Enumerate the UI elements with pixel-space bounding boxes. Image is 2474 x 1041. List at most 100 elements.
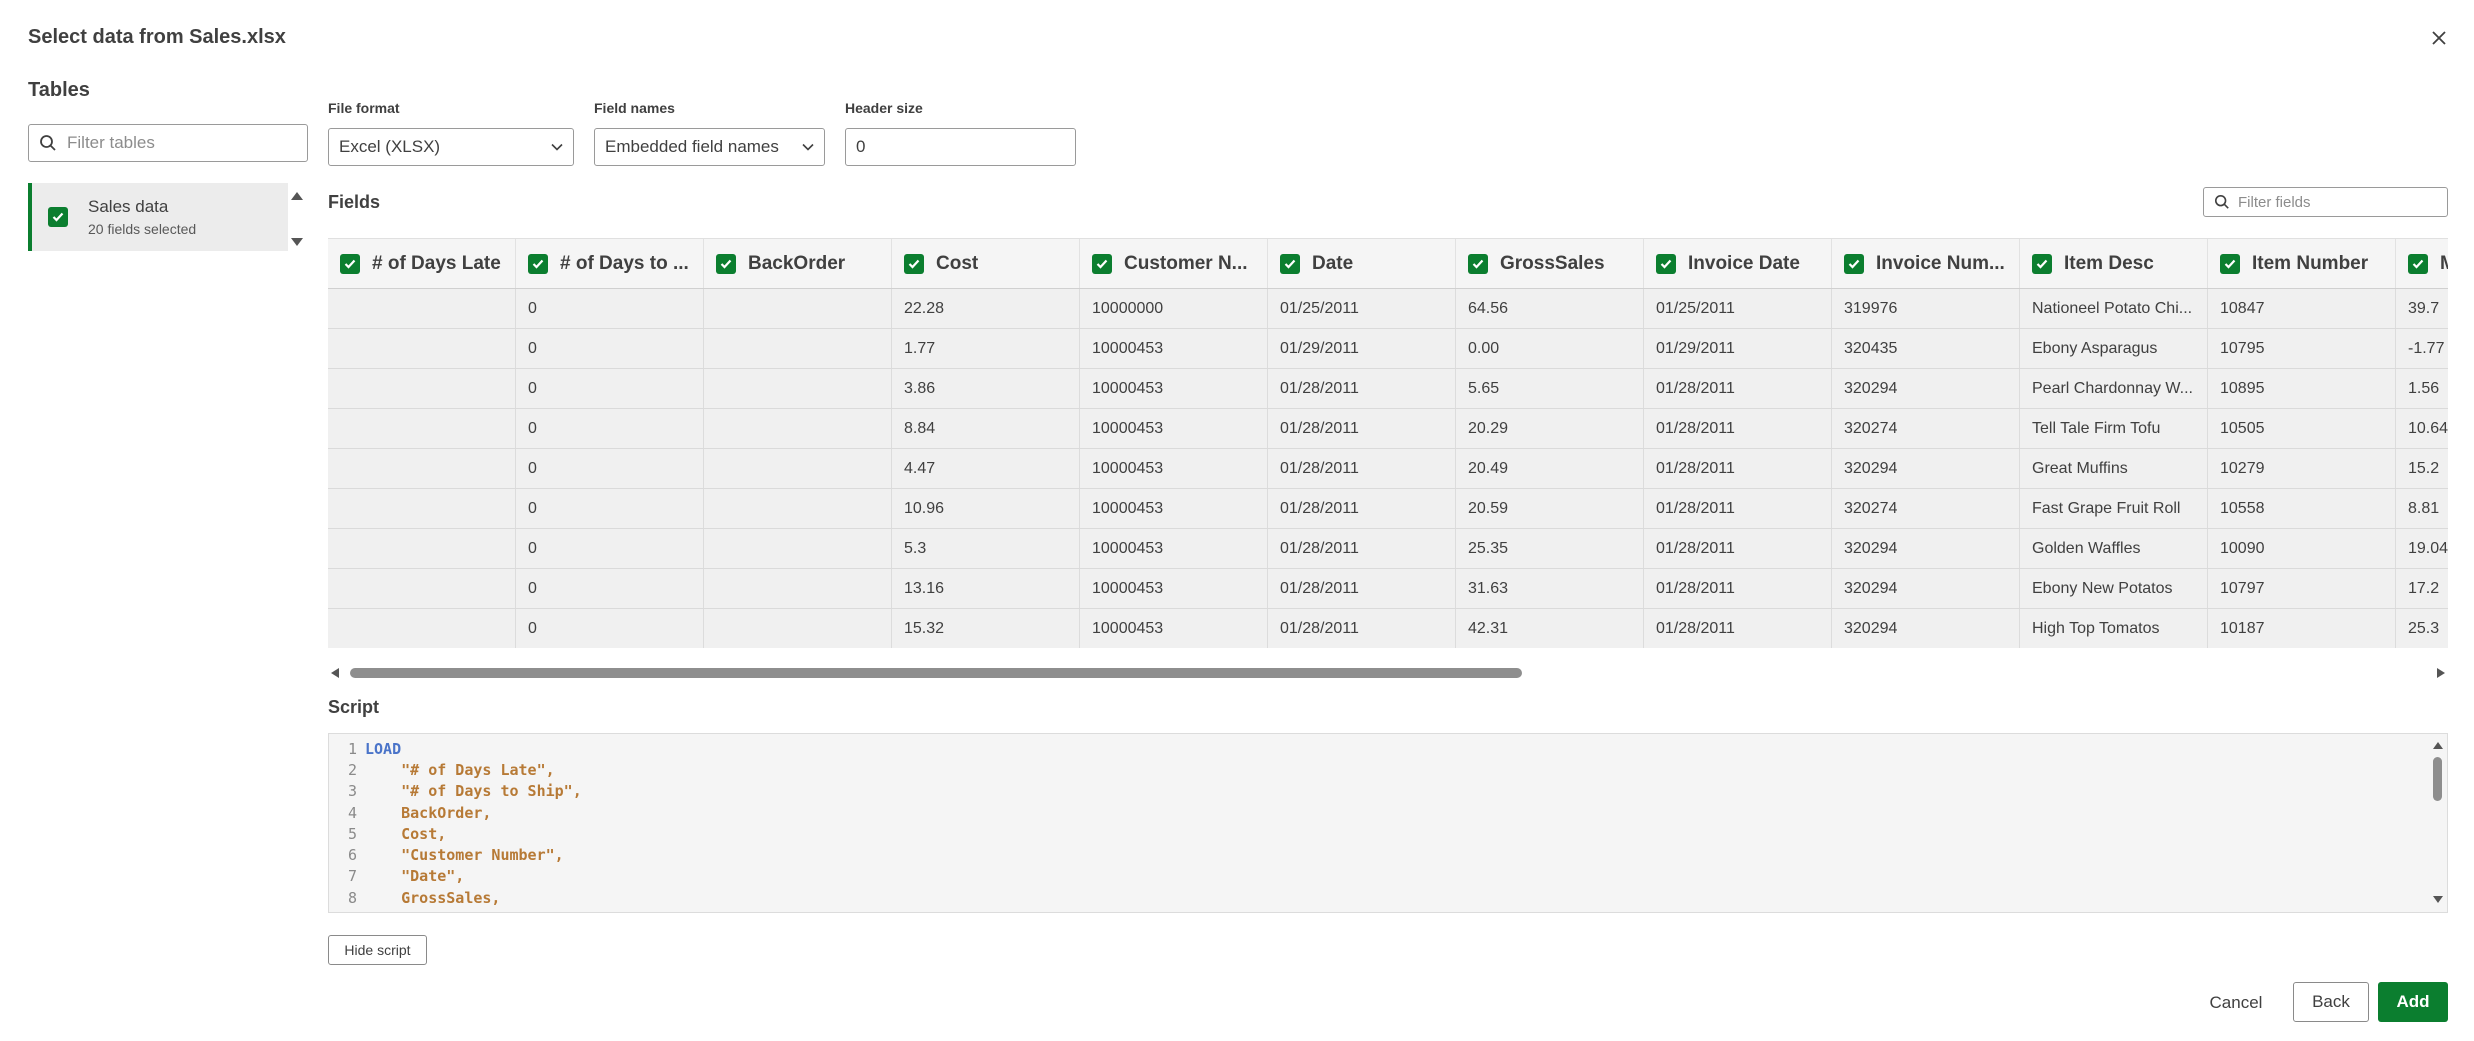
field-names-select[interactable]: Embedded field names bbox=[594, 128, 825, 166]
column-checkbox[interactable] bbox=[904, 253, 924, 274]
table-cell: 01/28/2011 bbox=[1268, 449, 1456, 488]
table-cell-value: 15.2 bbox=[2408, 459, 2440, 477]
horizontal-scrollbar-thumb[interactable] bbox=[350, 668, 1522, 678]
table-cell-value: 8.81 bbox=[2408, 499, 2440, 517]
column-checkbox[interactable] bbox=[528, 253, 548, 274]
horizontal-scrollbar[interactable] bbox=[328, 662, 2448, 682]
chevron-down-icon bbox=[802, 143, 814, 151]
table-cell-value: 01/25/2011 bbox=[1656, 299, 1735, 317]
table-cell: 01/28/2011 bbox=[1268, 409, 1456, 448]
script-editor[interactable]: 1 LOAD 2 "# of Days Late", 3 "# of Days to … bbox=[328, 733, 2448, 913]
column-checkbox[interactable] bbox=[340, 253, 360, 274]
column-header[interactable]: Invoice Date bbox=[1644, 239, 1832, 288]
triangle-up-icon bbox=[291, 192, 303, 200]
grid-header-row: # of Days Late # of Days to ... BackOrder C… bbox=[328, 239, 2448, 289]
checkmark-icon bbox=[1660, 259, 1672, 269]
table-cell: 42.31 bbox=[1456, 609, 1644, 648]
list-scroll-up[interactable] bbox=[290, 188, 304, 206]
table-cell-value: 0.00 bbox=[1468, 339, 1500, 357]
column-checkbox[interactable] bbox=[2408, 253, 2428, 274]
table-cell-value: 13.16 bbox=[904, 579, 945, 597]
table-item-sales-data[interactable]: Sales data 20 fields selected bbox=[28, 183, 288, 251]
column-header-label: Date bbox=[1312, 252, 1354, 274]
header-size-value: 0 bbox=[856, 137, 866, 156]
table-cell: 3.86 bbox=[892, 369, 1080, 408]
checkmark-icon bbox=[1472, 259, 1484, 269]
table-row: 0 5.3 10000453 01/28/2011 25.35 01/28/2011 320… bbox=[328, 529, 2448, 569]
add-button[interactable]: Add bbox=[2378, 982, 2448, 1022]
back-button[interactable]: Back bbox=[2293, 982, 2369, 1022]
script-scrollbar-thumb[interactable] bbox=[2433, 757, 2442, 801]
column-checkbox[interactable] bbox=[1280, 253, 1300, 274]
column-header[interactable]: Item Desc bbox=[2020, 239, 2208, 288]
column-checkbox[interactable] bbox=[2220, 253, 2240, 274]
table-cell-value: 10000453 bbox=[1092, 339, 1164, 357]
file-format-select[interactable]: Excel (XLSX) bbox=[328, 128, 574, 166]
table-cell-value: 0 bbox=[528, 459, 537, 477]
column-header[interactable]: Invoice Num... bbox=[1832, 239, 2020, 288]
hide-script-button[interactable]: Hide script bbox=[328, 935, 427, 965]
column-header-label: Invoice Date bbox=[1688, 252, 1800, 274]
table-cell-value: 320294 bbox=[1844, 579, 1898, 597]
table-cell: 01/28/2011 bbox=[1268, 489, 1456, 528]
close-button[interactable] bbox=[2425, 24, 2453, 52]
column-header[interactable]: Item Number bbox=[2208, 239, 2396, 288]
table-cell: Great Muffins bbox=[2020, 449, 2208, 488]
table-cell-value: 10558 bbox=[2220, 499, 2265, 517]
column-header[interactable]: GrossSales bbox=[1456, 239, 1644, 288]
table-cell-value: Fast Grape Fruit Roll bbox=[2032, 499, 2181, 517]
script-code: "Date", bbox=[365, 867, 465, 886]
script-line: 5 Cost, bbox=[329, 823, 582, 844]
column-header[interactable]: Cost bbox=[892, 239, 1080, 288]
table-cell-value: 01/28/2011 bbox=[1280, 619, 1359, 637]
table-cell-value: 4.47 bbox=[904, 459, 936, 477]
table-cell: 0 bbox=[516, 449, 704, 488]
column-checkbox[interactable] bbox=[2032, 253, 2052, 274]
column-checkbox[interactable] bbox=[1844, 253, 1864, 274]
script-scroll-up[interactable] bbox=[2432, 737, 2444, 755]
script-line: 4 BackOrder, bbox=[329, 802, 582, 823]
line-number: 1 bbox=[347, 739, 357, 758]
column-header[interactable]: Date bbox=[1268, 239, 1456, 288]
table-cell bbox=[704, 609, 892, 648]
table-cell: 10000453 bbox=[1080, 369, 1268, 408]
table-cell-value: 10895 bbox=[2220, 379, 2265, 397]
script-scroll-down[interactable] bbox=[2432, 891, 2444, 909]
column-checkbox[interactable] bbox=[1092, 253, 1112, 274]
script-line: 6 "Customer Number", bbox=[329, 844, 582, 865]
table-cell: High Top Tomatos bbox=[2020, 609, 2208, 648]
column-header[interactable]: # of Days Late bbox=[328, 239, 516, 288]
column-header[interactable]: Customer N... bbox=[1080, 239, 1268, 288]
column-checkbox[interactable] bbox=[716, 253, 736, 274]
header-size-input[interactable]: 0 bbox=[845, 128, 1076, 166]
table-cell-value: 01/25/2011 bbox=[1280, 299, 1359, 317]
scroll-right-button[interactable] bbox=[2436, 666, 2446, 684]
table-cell: 15.2 bbox=[2396, 449, 2448, 488]
table-cell-value: Ebony New Potatos bbox=[2032, 579, 2173, 597]
field-filter-input[interactable]: Filter fields bbox=[2203, 187, 2448, 217]
table-cell: 0 bbox=[516, 609, 704, 648]
scroll-left-button[interactable] bbox=[330, 666, 340, 684]
script-line: 8 GrossSales, bbox=[329, 887, 582, 908]
table-cell: 01/25/2011 bbox=[1268, 289, 1456, 328]
column-checkbox[interactable] bbox=[1656, 253, 1676, 274]
column-header[interactable]: # of Days to ... bbox=[516, 239, 704, 288]
script-vertical-scrollbar[interactable] bbox=[2428, 733, 2448, 913]
table-cell: 64.56 bbox=[1456, 289, 1644, 328]
cancel-button[interactable]: Cancel bbox=[2200, 985, 2272, 1021]
table-checkbox[interactable] bbox=[48, 207, 68, 227]
column-header-label: Item Desc bbox=[2064, 252, 2154, 274]
table-cell-value: 0 bbox=[528, 619, 537, 637]
table-row: 0 13.16 10000453 01/28/2011 31.63 01/28/2011 3… bbox=[328, 569, 2448, 609]
list-scroll-down[interactable] bbox=[290, 234, 304, 252]
column-checkbox[interactable] bbox=[1468, 253, 1488, 274]
table-cell: 01/25/2011 bbox=[1644, 289, 1832, 328]
table-cell: 10558 bbox=[2208, 489, 2396, 528]
table-cell-value: Ebony Asparagus bbox=[2032, 339, 2158, 357]
table-filter-input[interactable]: Filter tables bbox=[28, 124, 308, 162]
table-cell-value: 0 bbox=[528, 299, 537, 317]
column-header[interactable]: BackOrder bbox=[704, 239, 892, 288]
chevron-down-icon bbox=[551, 143, 563, 151]
column-header[interactable]: M bbox=[2396, 239, 2448, 288]
table-cell-value: 0 bbox=[528, 419, 537, 437]
